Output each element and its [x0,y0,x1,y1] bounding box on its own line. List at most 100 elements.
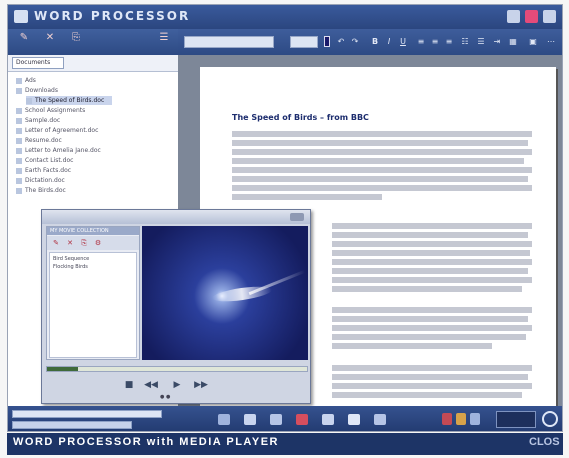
quick-launch-bar[interactable] [12,410,162,418]
player-title-bar[interactable] [42,210,310,224]
tree-item[interactable]: Letter of Agreement.doc [16,126,98,135]
player-library-panel: MY MOVIE COLLECTION ✎ ✕ ⎘ ⚙ Bird Sequenc… [46,226,140,360]
text-line [332,259,532,265]
power-icon[interactable] [542,411,558,427]
text-color-swatch[interactable] [324,36,330,47]
tray-icon[interactable] [442,413,452,425]
delete-icon[interactable]: ✕ [42,32,58,46]
seek-progress [47,367,79,371]
close-button[interactable] [543,10,556,23]
task-list-bar[interactable] [12,421,132,429]
align-right-icon[interactable]: ≡ [444,36,454,47]
numbered-list-icon[interactable]: ☰ [476,36,486,47]
text-line [332,383,532,389]
copy-icon[interactable]: ⎘ [68,32,84,46]
player-close-button[interactable] [290,213,304,221]
sidebar-toolbar: ✎ ✕ ⎘ ☰ [8,29,178,55]
tree-item[interactable]: Dictation.doc [16,176,65,185]
bullet-list-icon[interactable]: ☷ [460,36,470,47]
play-icon[interactable]: ▶ [170,378,184,392]
tree-item[interactable]: Earth Facts.doc [16,166,71,175]
app-icon[interactable] [374,414,386,425]
seek-bar[interactable] [46,366,308,372]
add-icon[interactable]: ✎ [51,239,61,247]
rewind-icon[interactable]: ◀◀ [144,378,158,392]
app-icon[interactable] [296,414,308,425]
font-select[interactable] [184,36,274,48]
text-line [332,325,532,331]
tree-item[interactable]: The Birds.doc [16,186,66,195]
text-line [332,286,522,292]
file-icon [16,157,22,164]
italic-icon[interactable]: I [384,36,394,47]
bold-icon[interactable]: B [370,36,380,47]
tree-item[interactable]: Ads [16,76,36,85]
app-icon[interactable] [348,414,360,425]
restore-button[interactable] [525,10,538,23]
text-line [332,241,532,247]
system-tray [440,408,562,431]
library-item[interactable]: Bird Sequence [53,256,89,262]
library-list: Bird Sequence Flocking Birds [49,252,137,358]
app-logo-icon [14,10,28,23]
clock[interactable] [496,411,536,428]
folder-icon [16,77,22,84]
font-size-select[interactable] [290,36,318,48]
text-line [232,194,382,200]
text-line [332,343,492,349]
text-line [232,131,532,137]
image-icon[interactable]: ▣ [528,36,538,47]
file-icon [16,127,22,134]
page-dots: ● ● [160,394,171,400]
tree-item[interactable]: Downloads [16,86,58,95]
tray-icon[interactable] [456,413,466,425]
video-display[interactable] [142,226,308,360]
table-icon[interactable]: ▦ [508,36,518,47]
tree-item-selected[interactable]: The Speed of Birds.doc [26,96,113,105]
text-line [332,232,528,238]
file-icon [16,187,22,194]
file-icon [16,117,22,124]
stop-icon[interactable]: ■ [122,378,136,392]
text-line [232,140,528,146]
tree-item[interactable]: Letter to Amelia Jane.doc [16,146,101,155]
file-icon [16,167,22,174]
file-icon [26,97,32,104]
app-icon[interactable] [244,414,256,425]
app-icon[interactable] [218,414,230,425]
tree-item[interactable]: Resume.doc [16,136,62,145]
align-left-icon[interactable]: ≡ [416,36,426,47]
library-toolbar: ✎ ✕ ⎘ ⚙ [47,236,139,250]
minimize-button[interactable] [507,10,520,23]
forward-icon[interactable]: ▶▶ [194,378,208,392]
tree-item[interactable]: Contact List.doc [16,156,73,165]
screenshot-frame: WORD PROCESSOR ✎ ✕ ⎘ ☰ Documents Ads Dow… [0,0,569,458]
tree-item[interactable]: School Assignments [16,106,85,115]
redo-icon[interactable]: ↷ [350,36,360,47]
text-line [232,167,532,173]
file-icon [16,147,22,154]
indent-icon[interactable]: ⇥ [492,36,502,47]
new-icon[interactable]: ✎ [16,32,32,46]
taskbar [8,406,562,431]
more-icon[interactable]: ⋯ [546,36,556,47]
app-icon[interactable] [270,414,282,425]
media-player-window[interactable]: MY MOVIE COLLECTION ✎ ✕ ⎘ ⚙ Bird Sequenc… [41,209,311,404]
remove-icon[interactable]: ✕ [65,239,75,247]
playback-controls: ■ ◀◀ ▶ ▶▶ [122,378,232,394]
library-item[interactable]: Flocking Birds [53,264,88,270]
properties-icon[interactable]: ⚙ [93,239,103,247]
tray-icon[interactable] [470,413,480,425]
folder-icon [16,107,22,114]
tree-item[interactable]: Sample.doc [16,116,60,125]
underline-icon[interactable]: U [398,36,408,47]
video-frame-streak [248,269,306,296]
menu-icon[interactable]: ☰ [156,32,172,46]
document-title: The Speed of Birds – from BBC [232,113,369,122]
copy-icon[interactable]: ⎘ [79,239,89,247]
align-center-icon[interactable]: ≡ [430,36,440,47]
undo-icon[interactable]: ↶ [336,36,346,47]
text-line [332,374,528,380]
tab-documents[interactable]: Documents [12,57,64,69]
app-icon[interactable] [322,414,334,425]
